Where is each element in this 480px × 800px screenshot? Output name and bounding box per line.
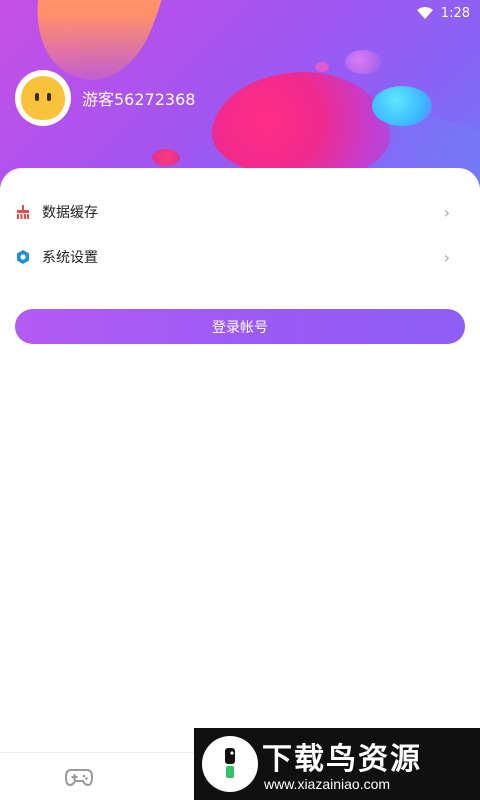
- menu-item-data-cache[interactable]: 数据缓存 ›: [0, 190, 480, 234]
- gamepad-icon[interactable]: [64, 765, 94, 789]
- decor-blob: [152, 149, 180, 166]
- broom-icon: [17, 205, 29, 219]
- login-button[interactable]: 登录帐号: [15, 309, 465, 344]
- status-bar: 1:28: [416, 4, 470, 22]
- watermark-url: www.xiazainiao.com: [264, 776, 391, 792]
- decor-blob: [372, 86, 432, 126]
- status-time: 1:28: [440, 5, 470, 21]
- bird-glyph-icon: [225, 748, 235, 778]
- bird-logo-icon: [202, 736, 258, 792]
- decor-blob: [212, 72, 390, 180]
- chevron-right-icon: ›: [443, 247, 450, 267]
- decor-blob: [315, 62, 329, 72]
- avatar[interactable]: [15, 70, 71, 126]
- watermark-banner: 下载鸟资源 www.xiazainiao.com: [194, 728, 480, 800]
- wifi-icon: [416, 7, 433, 19]
- chevron-right-icon: ›: [443, 202, 450, 222]
- ghost-avatar-icon: [21, 76, 65, 120]
- menu-item-label: 数据缓存: [42, 205, 98, 221]
- menu-item-label: 系统设置: [42, 250, 98, 266]
- avatar-eye: [35, 93, 39, 101]
- username[interactable]: 游客56272368: [82, 86, 195, 110]
- watermark-title: 下载鸟资源: [262, 742, 422, 777]
- decor-blob: [345, 50, 381, 74]
- avatar-eye: [47, 93, 51, 101]
- gear-hexagon-icon: [17, 250, 29, 264]
- menu-item-system-settings[interactable]: 系统设置 ›: [0, 235, 480, 279]
